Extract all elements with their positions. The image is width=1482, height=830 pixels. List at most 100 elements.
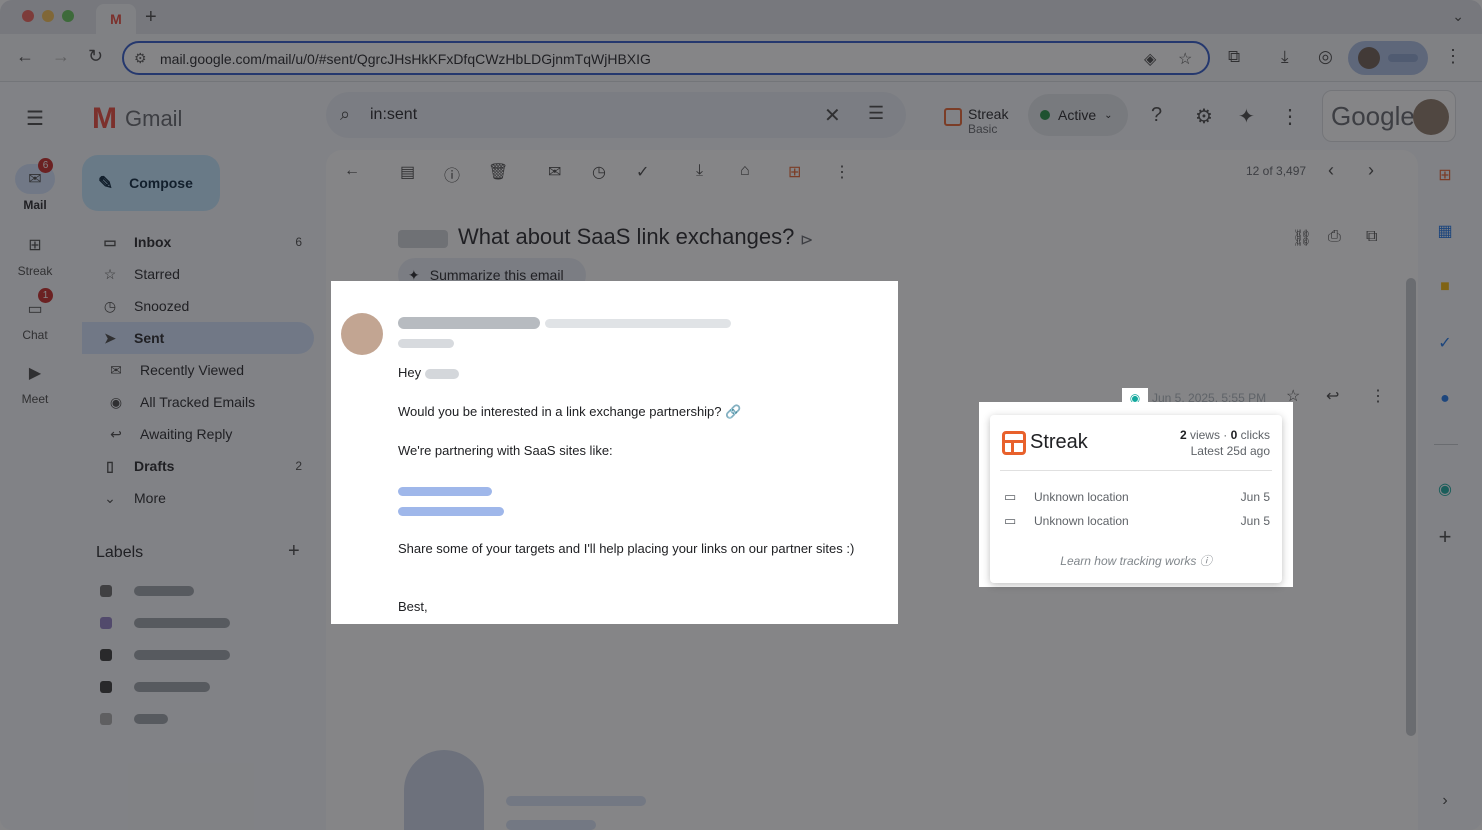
create-label-plus-icon[interactable]: +: [288, 540, 300, 563]
gemini-sparkle-icon[interactable]: ✦: [1238, 104, 1255, 129]
extensions-puzzle-icon[interactable]: ⧉: [1228, 47, 1240, 67]
latest-view-text: Latest 25d ago: [1190, 444, 1270, 458]
learn-tracking-link[interactable]: Learn how tracking works ⓘ: [990, 552, 1282, 569]
help-icon[interactable]: ?: [1151, 104, 1162, 127]
download-icon[interactable]: ⤓: [1281, 47, 1289, 67]
views-count: 2: [1179, 428, 1187, 442]
side-panel: ⊞ ▦ ■ ✓ ● ◉ + ›: [1418, 82, 1482, 830]
minimize-window-button[interactable]: [42, 10, 54, 22]
main-menu-hamburger-icon[interactable]: ☰: [26, 106, 44, 131]
open-in-new-window-icon[interactable]: ⧉: [1366, 228, 1377, 246]
newer-chevron-left-icon[interactable]: ‹: [1328, 160, 1334, 181]
body-greeting: Hey: [398, 365, 459, 380]
rail-item-chat[interactable]: ▭ 1 Chat: [0, 288, 70, 342]
report-spam-icon[interactable]: ⓘ: [444, 162, 460, 186]
search-input[interactable]: in:sent: [370, 106, 417, 124]
tracking-eye-icon[interactable]: ◉: [1434, 478, 1456, 500]
thread-scrollbar[interactable]: [1406, 278, 1416, 736]
back-to-list-icon[interactable]: ←: [344, 162, 360, 180]
rail-item-streak[interactable]: ⊞ Streak: [0, 230, 70, 278]
label-icon[interactable]: ⌂: [740, 162, 750, 180]
view-date: Jun 5: [1240, 514, 1270, 528]
snooze-clock-icon[interactable]: ◷: [592, 162, 606, 182]
tasks-icon[interactable]: ✓: [1434, 332, 1456, 354]
rail-label-meet: Meet: [21, 392, 49, 406]
keep-notes-icon[interactable]: ■: [1434, 276, 1456, 298]
label-item[interactable]: [100, 680, 210, 694]
compose-button[interactable]: ✎ Compose: [82, 155, 220, 211]
reply-icon[interactable]: ↩: [1326, 386, 1339, 406]
extension-eye-icon[interactable]: ◈: [1144, 49, 1156, 69]
address-bar[interactable]: ⚙ mail.google.com/mail/u/0/#sent/QgrcJHs…: [122, 41, 1210, 75]
contacts-icon[interactable]: ●: [1434, 388, 1456, 410]
search-bar[interactable]: ⌕ in:sent ✕ ☰: [326, 92, 906, 138]
drafts-count: 2: [295, 459, 302, 473]
new-tab-button[interactable]: +: [145, 6, 157, 29]
clear-search-icon[interactable]: ✕: [824, 103, 841, 128]
copy-link-icon[interactable]: ⛓: [1292, 228, 1312, 248]
label-item[interactable]: [100, 616, 230, 630]
bookmark-star-icon[interactable]: ☆: [1178, 49, 1192, 69]
apps-grid-icon[interactable]: ⋮: [1280, 104, 1300, 129]
site-settings-icon[interactable]: ⚙: [134, 50, 147, 67]
label-tag-icon: [100, 585, 112, 597]
calendar-icon[interactable]: ▦: [1434, 220, 1456, 242]
rail-item-meet[interactable]: ▶ Meet: [0, 358, 70, 406]
nav-item-more[interactable]: ⌄ More: [82, 482, 314, 514]
performance-icon[interactable]: ◎: [1318, 47, 1333, 67]
nav-item-inbox[interactable]: ▭ Inbox 6: [82, 226, 314, 258]
pencil-icon: ✎: [98, 172, 114, 193]
search-icon[interactable]: ⌕: [340, 104, 350, 125]
browser-window: M + ⌄ ← → ↻ ⚙ mail.google.com/mail/u/0/#…: [0, 0, 1482, 830]
streak-box-icon[interactable]: ⊞: [788, 162, 801, 182]
nav-item-starred[interactable]: ☆ Starred: [82, 258, 314, 290]
back-button[interactable]: ←: [16, 46, 34, 67]
message-more-kebab-icon[interactable]: ⋮: [1370, 386, 1386, 406]
streak-panel-icon[interactable]: ⊞: [1434, 164, 1456, 186]
status-selector[interactable]: Active ⌄: [1028, 94, 1128, 136]
nav-item-all-tracked-emails[interactable]: ◉ All Tracked Emails: [82, 386, 314, 418]
browser-menu-kebab-icon[interactable]: ⋮: [1444, 46, 1462, 67]
search-options-icon[interactable]: ☰: [868, 103, 884, 124]
reply-icon: ↩: [110, 425, 122, 442]
gear-icon[interactable]: ⚙: [1195, 104, 1213, 129]
tracking-popup-title: Streak: [1030, 431, 1088, 453]
profile-button[interactable]: [1348, 41, 1428, 75]
browser-tab-gmail[interactable]: M: [96, 4, 136, 34]
print-icon[interactable]: ⎙: [1328, 228, 1341, 246]
nav-item-awaiting-reply[interactable]: ↩ Awaiting Reply: [82, 418, 314, 450]
label-item[interactable]: [100, 712, 168, 726]
nav-item-sent[interactable]: ➤ Sent: [82, 322, 314, 354]
star-icon: ☆: [103, 265, 117, 282]
add-task-icon[interactable]: ✓: [636, 162, 649, 182]
nav-item-recently-viewed[interactable]: ✉ Recently Viewed: [82, 354, 314, 386]
mark-unread-icon[interactable]: ✉: [548, 162, 561, 182]
forward-button[interactable]: →: [52, 46, 70, 67]
show-side-panel-chevron-icon[interactable]: ›: [1434, 790, 1456, 812]
view-location: Unknown location: [1034, 490, 1129, 504]
older-chevron-right-icon[interactable]: ›: [1368, 160, 1374, 181]
rail-item-mail[interactable]: ✉ 6 Mail: [0, 158, 70, 212]
maximize-window-button[interactable]: [62, 10, 74, 22]
gmail-logo[interactable]: M Gmail: [92, 102, 182, 136]
recipient-line-blurred[interactable]: [398, 339, 454, 348]
reload-button[interactable]: ↻: [88, 46, 103, 67]
archive-icon[interactable]: ▤: [400, 162, 415, 182]
label-item[interactable]: [100, 648, 230, 662]
label-tag-icon: [100, 649, 112, 661]
nav-item-snoozed[interactable]: ◷ Snoozed: [82, 290, 314, 322]
nav-item-drafts[interactable]: ▯ Drafts 2: [82, 450, 314, 482]
tab-search-chevron-icon[interactable]: ⌄: [1452, 8, 1464, 25]
label-item[interactable]: [100, 584, 194, 598]
partner-site-link-blurred[interactable]: [398, 507, 504, 516]
streak-header-button[interactable]: Streak Basic: [944, 106, 1008, 136]
trash-icon[interactable]: 🗑: [488, 162, 508, 182]
partner-site-link-blurred[interactable]: [398, 487, 492, 496]
nav-label: Recently Viewed: [140, 362, 245, 378]
add-addon-plus-icon[interactable]: +: [1434, 524, 1456, 549]
move-to-icon[interactable]: ⤓: [696, 162, 703, 180]
greeting-text: Hey: [398, 365, 422, 380]
important-tag-icon[interactable]: ⊳: [800, 230, 813, 250]
more-options-kebab-icon[interactable]: ⋮: [834, 162, 850, 182]
close-window-button[interactable]: [22, 10, 34, 22]
